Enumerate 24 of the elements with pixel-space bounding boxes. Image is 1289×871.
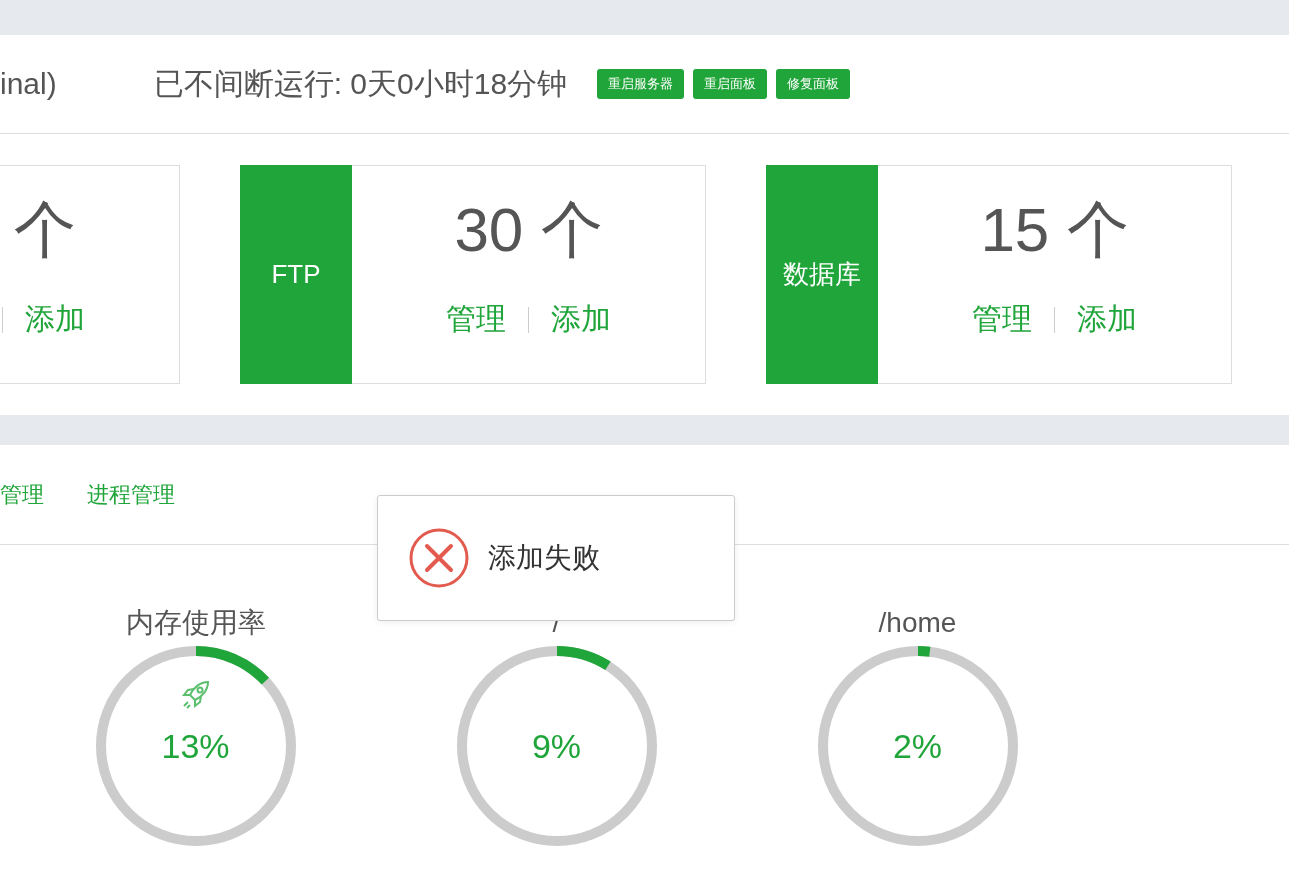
gauge-percent: 2% [892, 726, 943, 766]
gauge-percent: 9% [531, 726, 582, 766]
uptime-text: 已不间断运行: 0天0小时18分钟 [153, 65, 568, 102]
card-label: 数据库 [766, 165, 878, 384]
action-button[interactable]: 重启服务器 [597, 69, 685, 99]
action-button[interactable]: 重启面板 [693, 69, 768, 99]
gauge-title: /home [878, 606, 957, 640]
toast-text: 添加失败 [488, 541, 600, 575]
card-link[interactable]: 管理 [972, 299, 1032, 340]
action-button[interactable]: 修复面板 [776, 69, 851, 99]
card-link[interactable]: 添加 [25, 299, 85, 340]
card-link[interactable]: 添加 [551, 299, 611, 340]
tab-link[interactable]: 进程管理 [87, 479, 175, 510]
tab-link[interactable]: 管理 [0, 479, 44, 510]
card-link[interactable]: 添加 [1077, 299, 1137, 340]
card-link[interactable]: 管理 [446, 299, 506, 340]
gauge-title: 内存使用率 [125, 606, 266, 640]
version-text: inal) [0, 67, 57, 101]
error-icon [408, 527, 470, 589]
count-text: 30 个 [454, 199, 603, 261]
card-label: FTP [240, 165, 352, 384]
count-text: 15 个 [980, 199, 1129, 261]
count-text: 个 [14, 199, 76, 261]
gauge-percent: 13% [161, 726, 230, 766]
